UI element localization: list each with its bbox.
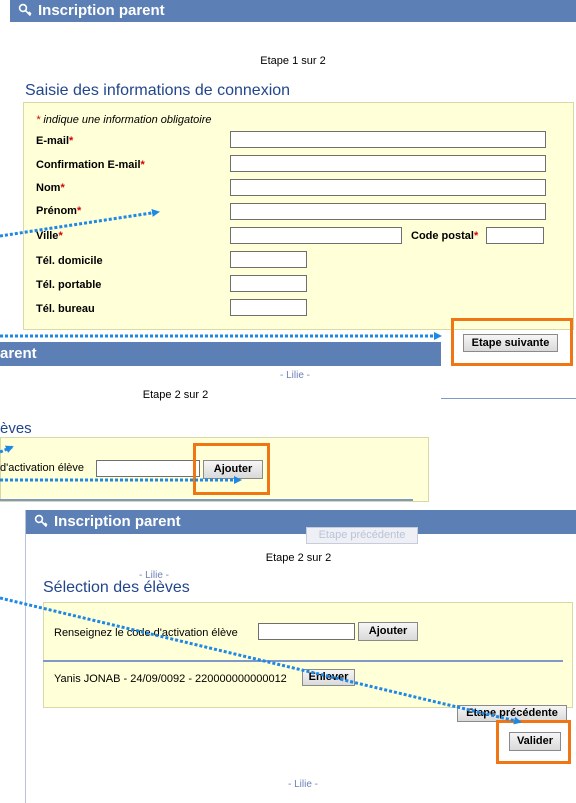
prev-step-button-behind: Etape précédente <box>306 527 418 544</box>
activation-code-input[interactable] <box>96 460 200 477</box>
activation-label: d'activation élève <box>0 462 85 474</box>
divider <box>0 499 413 501</box>
highlight-next-button <box>451 318 573 366</box>
tel-portable-label: Tél. portable <box>36 279 102 291</box>
remove-button[interactable]: Enlever <box>302 669 355 686</box>
ville-label: Ville* <box>36 230 63 242</box>
ville-field[interactable] <box>230 227 402 244</box>
code-postal-field[interactable] <box>486 227 544 244</box>
add-button[interactable]: Ajouter <box>358 622 418 641</box>
screen-step2-partial: arent Etape 2 sur 2 - Lilie - èves d'act… <box>0 342 441 517</box>
prenom-field[interactable] <box>230 203 546 220</box>
key-icon <box>18 3 32 17</box>
tel-bureau-label: Tél. bureau <box>36 303 95 315</box>
highlight-add-button <box>193 443 270 495</box>
prenom-label: Prénom* <box>36 205 82 217</box>
code-postal-label: Code postal* <box>411 230 479 242</box>
screen-step2-final: Inscription parent Etape précédente Etap… <box>25 510 576 803</box>
screen-step1: Inscription parent Etape 1 sur 2 Saisie … <box>0 0 576 366</box>
title-bar: Inscription parent <box>26 510 576 534</box>
title-text: Inscription parent <box>54 513 181 530</box>
tel-bureau-field[interactable] <box>230 299 307 316</box>
nom-field[interactable] <box>230 179 546 196</box>
section-title: Sélection des élèves <box>43 579 190 596</box>
title-text: arent <box>0 345 37 362</box>
tel-portable-field[interactable] <box>230 275 307 292</box>
key-icon <box>34 514 48 528</box>
activation-code-input[interactable] <box>258 623 355 640</box>
required-note: * indique une information obligatoire <box>36 114 212 126</box>
step-indicator: Etape 2 sur 2 <box>265 552 332 564</box>
student-entry: Yanis JONAB - 24/09/0092 - 2200000000000… <box>54 673 287 685</box>
email-confirm-label: Confirmation E-mail* <box>36 159 145 171</box>
activation-label: Renseignez le code d'activation élève <box>54 627 238 639</box>
step-indicator: Etape 2 sur 2 <box>142 389 209 401</box>
footer-lilie: - Lilie - <box>280 370 311 381</box>
tel-domicile-label: Tél. domicile <box>36 255 103 267</box>
student-form <box>43 602 573 708</box>
footer-lilie: - Lilie - <box>288 779 319 790</box>
title-bar: Inscription parent <box>10 0 576 22</box>
nom-label: Nom* <box>36 182 65 194</box>
step-indicator: Etape 1 sur 2 <box>260 55 326 67</box>
highlight-validate-button <box>496 720 571 764</box>
email-field[interactable] <box>230 131 546 148</box>
email-confirm-field[interactable] <box>230 155 546 172</box>
divider-right <box>441 398 576 399</box>
email-label: E-mail* <box>36 135 74 147</box>
divider <box>43 660 563 662</box>
section-title: èves <box>0 420 32 437</box>
title-text: Inscription parent <box>38 2 165 19</box>
title-bar: arent <box>0 342 441 366</box>
section-title: Saisie des informations de connexion <box>25 82 291 99</box>
tel-domicile-field[interactable] <box>230 251 307 268</box>
